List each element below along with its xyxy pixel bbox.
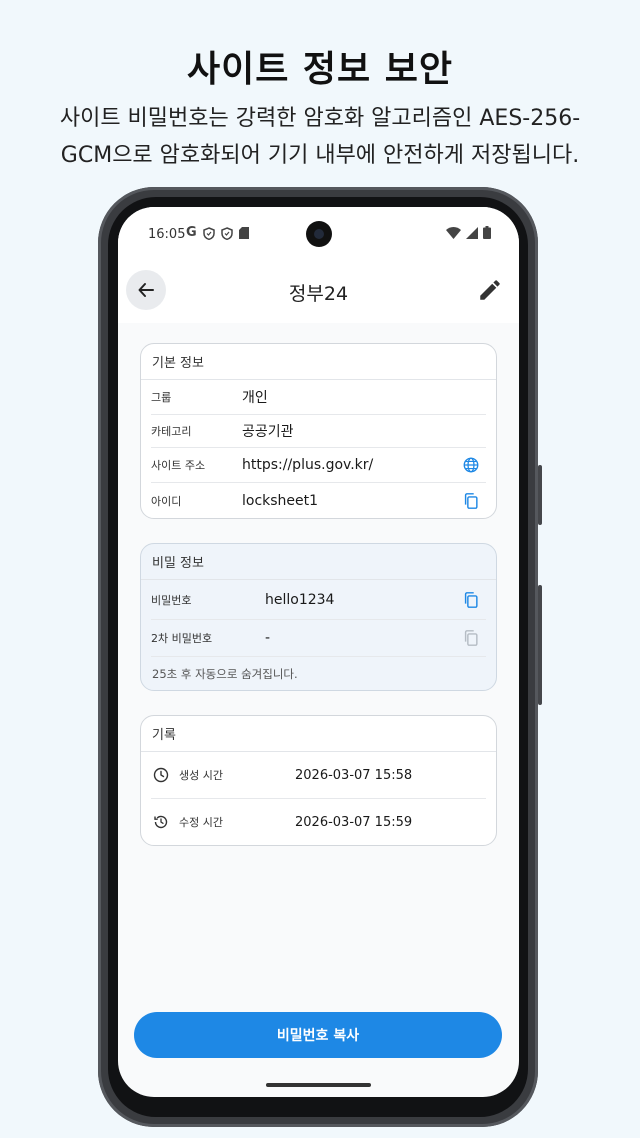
second-password-value: -	[265, 630, 271, 646]
user-id-value: locksheet1	[242, 492, 319, 509]
secret-info-header: 비밀 정보	[141, 544, 496, 580]
created-time-value: 2026-03-07 15:58	[295, 767, 413, 783]
row-label: 그룹	[151, 391, 172, 404]
shield-icon	[202, 226, 215, 240]
copy-icon[interactable]	[462, 492, 480, 510]
copy-icon[interactable]	[462, 591, 480, 609]
row-label: 아이디	[151, 494, 182, 508]
row-label: 2차 비밀번호	[151, 632, 213, 645]
phone-volume-button	[538, 585, 542, 705]
promo-subtitle-line2: GCM으로 암호화되어 기기 내부에 안전하게 저장됩니다.	[60, 143, 580, 168]
history-header: 기록	[141, 716, 496, 752]
basic-info-header: 기본 정보	[141, 344, 496, 380]
row-label: 사이트 주소	[151, 459, 206, 472]
front-camera	[306, 221, 332, 247]
sd-card-icon	[238, 227, 249, 239]
basic-info-card: 기본 정보 그룹 개인 카테고리 공공기관 사이트 주소 https://plu…	[140, 343, 497, 519]
wifi-icon	[446, 226, 461, 239]
history-row-created: 생성 시간 2026-03-07 15:58	[151, 752, 486, 799]
shield-icon	[220, 226, 233, 240]
copy-icon	[464, 630, 478, 646]
row-label: 비밀번호	[151, 593, 192, 607]
pencil-icon[interactable]	[477, 277, 503, 303]
status-icons-right	[446, 226, 491, 239]
secret-info-card: 비밀 정보 비밀번호 hello1234 2차 비밀번호 - 25초 후 자동으…	[140, 543, 497, 691]
status-time: 16:05	[148, 227, 186, 242]
promo-subtitle: 사이트 비밀번호는 강력한 암호화 알고리즘인 AES-256- GCM으로 암…	[30, 100, 610, 174]
info-row-site-url: 사이트 주소 https://plus.gov.kr/	[151, 448, 486, 483]
page-title: 정부24	[288, 283, 349, 305]
signal-icon	[466, 226, 478, 239]
promo-title: 사이트 정보 보안	[187, 49, 453, 90]
info-row-second-password: 2차 비밀번호 -	[151, 620, 486, 657]
clock-icon	[153, 767, 169, 783]
google-icon: G	[186, 225, 197, 240]
auto-hide-note: 25초 후 자동으로 숨겨집니다.	[152, 667, 298, 681]
info-row-group: 그룹 개인	[151, 380, 486, 415]
info-row-category: 카테고리 공공기관	[151, 415, 486, 448]
history-row-modified: 수정 시간 2026-03-07 15:59	[151, 799, 486, 845]
site-url-value: https://plus.gov.kr/	[242, 457, 374, 473]
row-label: 수정 시간	[179, 816, 223, 829]
row-label: 생성 시간	[179, 769, 223, 782]
row-value: 개인	[242, 390, 268, 406]
status-bar: 16:05 G	[118, 207, 519, 261]
info-row-password: 비밀번호 hello1234	[151, 580, 486, 620]
row-value: 공공기관	[242, 424, 294, 440]
modified-time-value: 2026-03-07 15:59	[295, 814, 413, 830]
copy-password-button[interactable]: 비밀번호 복사	[134, 1012, 502, 1058]
status-icons-left: G	[186, 225, 249, 241]
row-label: 카테고리	[151, 425, 192, 438]
history-icon	[154, 815, 168, 829]
info-row-user-id: 아이디 locksheet1	[151, 483, 486, 518]
history-card: 기록 생성 시간 2026-03-07 15:58 수정 시간 2026-03-…	[140, 715, 497, 846]
promo-subtitle-line1: 사이트 비밀번호는 강력한 암호화 알고리즘인 AES-256-	[59, 106, 581, 131]
phone-screen: 16:05 G 정부24 기본 정보 그룹 개인 카테고리 공공기관 사이트 주…	[118, 207, 519, 1097]
battery-icon	[483, 226, 491, 239]
password-value: hello1234	[265, 591, 335, 608]
gesture-nav-handle[interactable]	[266, 1083, 371, 1087]
globe-icon[interactable]	[462, 456, 480, 474]
app-bar: 정부24	[118, 261, 519, 323]
phone-side-button	[538, 465, 542, 525]
